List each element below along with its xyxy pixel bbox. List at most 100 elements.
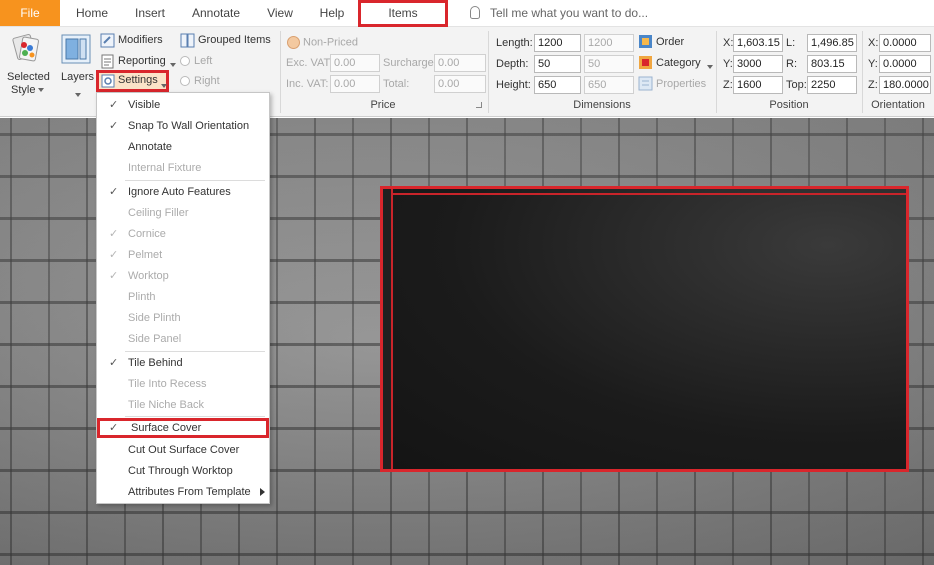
- menu-item-cut-out-surface-cover[interactable]: Cut Out Surface Cover: [97, 440, 269, 460]
- total-label: Total:: [383, 78, 410, 90]
- orientation-z-field[interactable]: 180.0000: [879, 76, 931, 94]
- price-group-label: Price: [370, 99, 396, 111]
- checkmark-icon: ✓: [109, 249, 119, 261]
- surcharge-field[interactable]: 0.00: [434, 54, 486, 72]
- total-field[interactable]: 0.00: [434, 75, 486, 93]
- height-field[interactable]: 650: [534, 76, 581, 94]
- menu-item-snap-to-wall[interactable]: ✓ Snap To Wall Orientation: [97, 116, 269, 136]
- selected-surface-cover-item[interactable]: [380, 186, 909, 472]
- depth-field[interactable]: 50: [534, 55, 581, 73]
- layers-icon: [61, 34, 91, 64]
- order-button[interactable]: Order: [638, 34, 698, 52]
- menu-item-internal-fixture[interactable]: Internal Fixture: [97, 158, 269, 178]
- menu-separator: [125, 416, 265, 417]
- dimensions-group-label: Dimensions: [573, 99, 631, 111]
- selected-style-button[interactable]: Selected Style: [4, 31, 50, 96]
- checkmark-icon: ✓: [109, 186, 119, 198]
- order-label: Order: [656, 36, 685, 48]
- length-field[interactable]: 1200: [534, 34, 581, 52]
- layers-label: Layers: [61, 71, 95, 83]
- menu-item-label: Cornice: [128, 228, 166, 240]
- settings-label: Settings: [118, 74, 158, 86]
- position-y-field[interactable]: 3000: [733, 55, 783, 73]
- menu-item-plinth[interactable]: Plinth: [97, 287, 269, 307]
- modifiers-button[interactable]: Modifiers: [100, 32, 170, 50]
- position-r-field[interactable]: 803.15: [807, 55, 857, 73]
- tab-view[interactable]: View: [258, 0, 302, 26]
- tab-home[interactable]: Home: [70, 0, 114, 26]
- inc-vat-field[interactable]: 0.00: [330, 75, 380, 93]
- height-field-secondary[interactable]: 650: [584, 76, 634, 94]
- orientation-y-field[interactable]: 0.0000: [879, 55, 931, 73]
- menu-item-side-plinth[interactable]: Side Plinth: [97, 308, 269, 328]
- tab-insert[interactable]: Insert: [128, 0, 172, 26]
- settings-button[interactable]: Settings: [96, 70, 169, 92]
- menu-item-label: Surface Cover: [131, 422, 202, 434]
- menu-item-worktop[interactable]: ✓ Worktop: [97, 266, 269, 286]
- tab-help[interactable]: Help: [310, 0, 354, 26]
- position-top-field[interactable]: 2250: [807, 76, 857, 94]
- layers-button[interactable]: Layers: [58, 31, 95, 97]
- right-option[interactable]: Right: [180, 75, 220, 87]
- menu-item-tile-behind[interactable]: ✓ Tile Behind: [97, 353, 269, 373]
- menu-item-pelmet[interactable]: ✓ Pelmet: [97, 245, 269, 265]
- checkmark-icon: ✓: [109, 422, 119, 434]
- menu-item-label: Attributes From Template: [128, 486, 251, 498]
- position-group-label: Position: [769, 99, 809, 111]
- settings-chevron-wrap: [158, 78, 167, 92]
- price-tag-icon: [287, 36, 300, 49]
- menu-item-annotate[interactable]: Annotate: [97, 137, 269, 157]
- position-l-field[interactable]: 1,496.85: [807, 34, 857, 52]
- menu-item-label: Cut Through Worktop: [128, 465, 233, 477]
- menu-item-ceiling-filler[interactable]: Ceiling Filler: [97, 203, 269, 223]
- reporting-icon: [101, 54, 114, 69]
- menu-item-side-panel[interactable]: Side Panel: [97, 329, 269, 349]
- selected-style-label-2: Style: [11, 84, 36, 96]
- properties-button[interactable]: Properties: [638, 76, 712, 94]
- tab-annotate[interactable]: Annotate: [186, 0, 246, 26]
- grouped-items-button[interactable]: Grouped Items: [180, 32, 276, 50]
- checkmark-icon: ✓: [109, 120, 119, 132]
- position-z-field[interactable]: 1600: [733, 76, 783, 94]
- orientation-x-field[interactable]: 0.0000: [879, 34, 931, 52]
- menu-item-label: Visible: [128, 99, 161, 111]
- menu-item-cornice[interactable]: ✓ Cornice: [97, 224, 269, 244]
- tab-items[interactable]: Items: [358, 0, 448, 27]
- menu-item-attributes-from-template[interactable]: Attributes From Template: [97, 482, 269, 502]
- menu-item-tile-into-recess[interactable]: Tile Into Recess: [97, 374, 269, 394]
- non-priced-button[interactable]: Non-Priced: [287, 36, 358, 49]
- reporting-label: Reporting: [118, 55, 166, 67]
- menu-item-label: Tile Into Recess: [128, 378, 207, 390]
- modifiers-label: Modifiers: [118, 34, 163, 46]
- category-button[interactable]: Category: [638, 55, 714, 73]
- menu-item-cut-through-worktop[interactable]: Cut Through Worktop: [97, 461, 269, 481]
- surcharge-label: Surcharge:: [383, 57, 437, 69]
- menu-item-surface-cover[interactable]: ✓ Surface Cover: [97, 418, 269, 438]
- left-option[interactable]: Left: [180, 55, 212, 67]
- menu-item-ignore-auto-features[interactable]: ✓ Ignore Auto Features: [97, 182, 269, 202]
- position-x-field[interactable]: 1,603.15: [733, 34, 783, 52]
- menu-item-label: Internal Fixture: [128, 162, 202, 174]
- reporting-button[interactable]: Reporting: [100, 53, 180, 71]
- settings-icon: [101, 74, 115, 88]
- checkmark-icon: ✓: [109, 99, 119, 111]
- tell-me-search[interactable]: Tell me what you want to do...: [470, 0, 648, 26]
- style-palette-icon: [12, 33, 39, 62]
- settings-dropdown-menu: ✓ Visible ✓ Snap To Wall Orientation Annot…: [96, 92, 270, 504]
- exc-vat-field[interactable]: 0.00: [330, 54, 380, 72]
- tab-file[interactable]: File: [0, 0, 60, 26]
- dialog-launcher-icon[interactable]: [476, 102, 482, 108]
- menu-item-label: Tile Niche Back: [128, 399, 205, 411]
- menu-item-tile-niche-back[interactable]: Tile Niche Back: [97, 395, 269, 415]
- length-field-secondary[interactable]: 1200: [584, 34, 634, 52]
- category-label: Category: [656, 57, 701, 69]
- orientation-y-label: Y:: [868, 58, 878, 70]
- menu-item-visible[interactable]: ✓ Visible: [97, 95, 269, 115]
- chevron-down-icon: [75, 92, 81, 97]
- menu-item-label: Side Panel: [128, 333, 182, 345]
- position-l-label: L:: [786, 37, 796, 49]
- ribbon-tab-bar: File Home Insert Annotate View Help Item…: [0, 0, 934, 27]
- depth-field-secondary[interactable]: 50: [584, 55, 634, 73]
- panel-side-edge: [383, 189, 393, 469]
- position-x-label: X:: [723, 37, 734, 49]
